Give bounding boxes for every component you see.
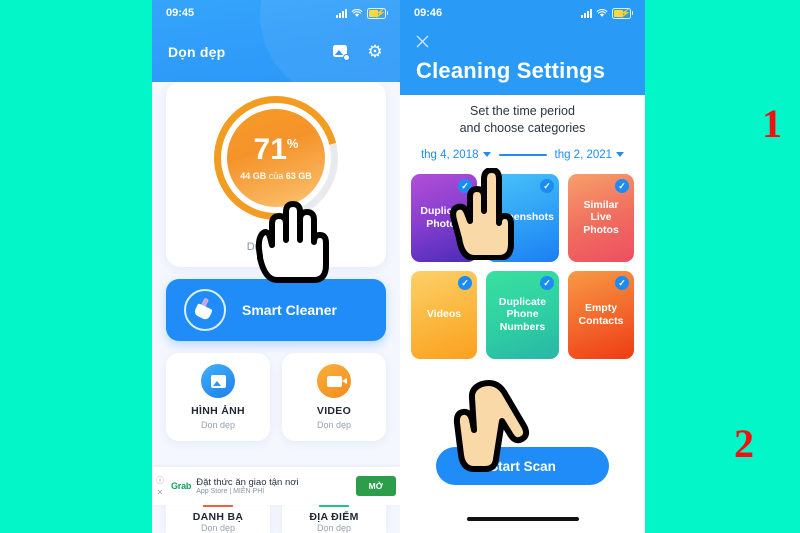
category-duplicate-phone-numbers[interactable]: ✓ Duplicate Phone Numbers xyxy=(485,270,560,359)
tile-title: DANH BẠ xyxy=(192,511,244,523)
wifi-icon xyxy=(351,8,363,18)
chevron-down-icon xyxy=(616,152,625,158)
feature-tiles: HÌNH ẢNH Dọn dẹp VIDEO Dọn dẹp xyxy=(166,353,386,441)
category-empty-contacts[interactable]: ✓ Empty Contacts xyxy=(568,270,634,359)
start-scan-button[interactable]: Start Scan xyxy=(436,447,609,485)
info-icon[interactable]: ⓘ xyxy=(156,475,164,486)
date-to-label: thg 2, 2021 xyxy=(554,148,613,161)
tile-hinh-anh[interactable]: HÌNH ẢNH Dọn dẹp xyxy=(166,353,270,441)
tile-title: HÌNH ẢNH xyxy=(191,405,245,417)
storage-gauge-card[interactable]: 71% 44 GB của 63 GB Dung lượng xyxy=(166,82,386,267)
ad-subline: App Store | MIỄN PHÍ xyxy=(196,488,350,495)
ad-cta-button[interactable]: MỞ xyxy=(355,476,396,496)
gear-icon[interactable]: ⚙ xyxy=(366,43,384,61)
close-icon[interactable]: ✕ xyxy=(157,488,164,497)
ad-banner[interactable]: ⓘ ✕ Grab Đặt thức ăn giao tận nơi App St… xyxy=(152,467,400,505)
category-label: Screenshots xyxy=(490,211,555,224)
check-icon[interactable]: ✓ xyxy=(540,178,555,193)
tile-subtitle: Dọn dẹp xyxy=(316,420,352,430)
left-content: 71% 44 GB của 63 GB Dung lượng Smart Cle… xyxy=(152,82,400,533)
check-icon[interactable]: ✓ xyxy=(457,178,472,193)
left-status-bar: 09:45 ⚡ xyxy=(152,0,400,26)
chevron-down-icon xyxy=(482,152,491,158)
category-label: Similar Live Photos xyxy=(583,198,619,237)
status-indicators: ⚡ xyxy=(581,7,633,19)
screenshot-canvas: 09:45 ⚡ Dọn dẹp ⚙ 71% 44 GB của 63 GB Du… xyxy=(0,0,800,533)
tile-subtitle: Dọn dẹp xyxy=(316,523,352,533)
category-similar-live-photos[interactable]: ✓ Similar Live Photos xyxy=(568,173,634,262)
date-range-row: thg 4, 2018 thg 2, 2021 xyxy=(400,149,645,161)
left-app-bar: Dọn dẹp ⚙ xyxy=(152,32,400,72)
check-icon[interactable]: ✓ xyxy=(615,275,629,290)
date-range-connector xyxy=(498,153,547,156)
storage-detail: 44 GB của 63 GB xyxy=(240,171,312,181)
status-indicators: ⚡ xyxy=(336,7,388,19)
category-label: Videos xyxy=(426,308,462,321)
storage-label: Dung lượng xyxy=(246,241,306,253)
right-content: Set the time period and choose categorie… xyxy=(400,95,645,533)
battery-charging-icon: ⚡ xyxy=(612,7,633,19)
wifi-icon xyxy=(596,8,608,18)
date-from-picker[interactable]: thg 4, 2018 xyxy=(421,149,491,161)
tile-subtitle: Dọn dẹp xyxy=(200,420,236,430)
date-from-label: thg 4, 2018 xyxy=(420,148,479,161)
ad-price: | MIỄN PHÍ xyxy=(229,488,265,495)
tile-title: VIDEO xyxy=(316,405,352,417)
category-duplicate-photos[interactable]: ✓ Duplicate Photos xyxy=(411,173,477,262)
left-phone-screen: 09:45 ⚡ Dọn dẹp ⚙ 71% 44 GB của 63 GB Du… xyxy=(152,0,400,533)
right-phone-screen: 09:46 ⚡ Cleaning Settings Set the time p… xyxy=(400,0,645,533)
ad-brand: Grab xyxy=(171,481,192,491)
signal-bars-icon xyxy=(581,8,592,18)
photo-manager-icon[interactable] xyxy=(333,44,350,61)
ad-text: Đặt thức ăn giao tận nơi App Store | MIỄ… xyxy=(196,477,350,495)
battery-charging-icon: ⚡ xyxy=(367,7,388,19)
instruction-line-1: Set the time period xyxy=(470,104,575,118)
smart-cleaner-button[interactable]: Smart Cleaner xyxy=(166,279,386,341)
tile-title: ĐỊA ĐIỂM xyxy=(309,511,359,523)
page-title: Dọn dẹp xyxy=(168,44,226,60)
category-label: Duplicate Photos xyxy=(420,204,468,230)
storage-ring: 71% 44 GB của 63 GB xyxy=(214,96,338,220)
instruction-line-2: and choose categories xyxy=(459,120,586,135)
step-2-annotation: 2 xyxy=(734,421,754,466)
storage-total: 63 GB xyxy=(285,171,312,181)
home-indicator xyxy=(466,517,579,521)
status-time: 09:46 xyxy=(414,7,443,19)
storage-ring-inner: 71% 44 GB của 63 GB xyxy=(227,109,325,207)
category-grid: ✓ Duplicate Photos ✓ Screenshots ✓ Simil… xyxy=(411,173,634,359)
date-to-picker[interactable]: thg 2, 2021 xyxy=(555,149,625,161)
close-icon[interactable] xyxy=(414,33,431,50)
check-icon[interactable]: ✓ xyxy=(540,275,555,290)
app-bar-actions: ⚙ xyxy=(333,43,384,61)
storage-used: 44 GB xyxy=(240,171,267,181)
ad-meta-icons[interactable]: ⓘ ✕ xyxy=(154,475,166,497)
category-screenshots[interactable]: ✓ Screenshots xyxy=(485,173,560,262)
settings-title: Cleaning Settings xyxy=(416,58,606,83)
category-label: Empty Contacts xyxy=(578,301,624,327)
instruction-text: Set the time period and choose categorie… xyxy=(400,95,645,137)
storage-separator: của xyxy=(266,171,286,181)
ad-headline: Đặt thức ăn giao tận nơi xyxy=(196,477,299,488)
step-1-annotation: 1 xyxy=(762,101,782,146)
percent-symbol: % xyxy=(286,136,299,151)
check-icon[interactable]: ✓ xyxy=(615,178,629,193)
smart-cleaner-label: Smart Cleaner xyxy=(242,302,337,318)
broom-icon xyxy=(184,289,226,331)
tile-subtitle: Dọn dẹp xyxy=(200,523,236,533)
category-label: Duplicate Phone Numbers xyxy=(498,295,547,334)
video-camera-icon xyxy=(317,364,351,398)
check-icon[interactable]: ✓ xyxy=(457,275,472,290)
tile-video[interactable]: VIDEO Dọn dẹp xyxy=(282,353,386,441)
signal-bars-icon xyxy=(336,8,347,18)
right-status-bar: 09:46 ⚡ xyxy=(400,0,645,26)
status-time: 09:45 xyxy=(166,7,195,19)
category-videos[interactable]: ✓ Videos xyxy=(411,270,477,359)
image-icon xyxy=(201,364,235,398)
ad-source: App Store xyxy=(196,488,228,495)
storage-percent: 71% xyxy=(253,133,299,166)
